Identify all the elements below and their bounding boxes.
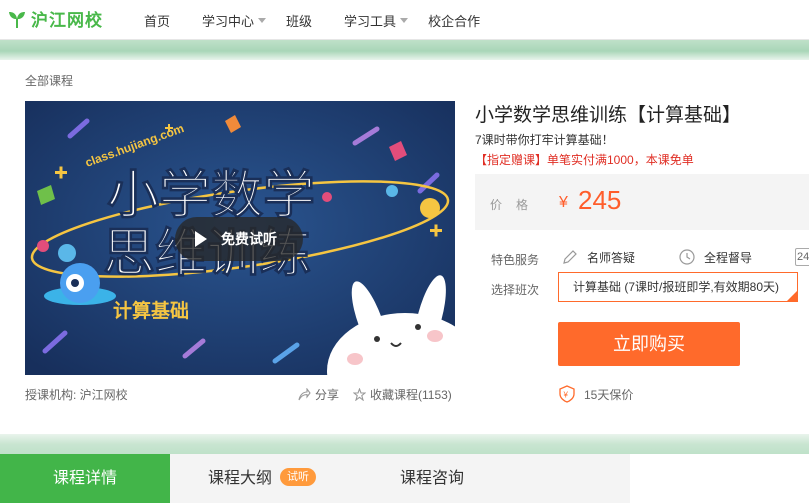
price-value: 245 <box>578 185 622 215</box>
free-trial-label: 免费试听 <box>221 231 277 247</box>
nav-enterprise[interactable]: 校企合作 <box>428 11 480 30</box>
class-select-label: 选择班次 <box>491 283 540 297</box>
nav-study-center[interactable]: 学习中心 <box>202 11 267 30</box>
favorite-label: 收藏课程(1153) <box>370 388 452 402</box>
banner-footer: 授课机构: 沪江网校 分享 收藏课程(1153) <box>25 386 455 404</box>
decorative-band-lower <box>0 434 809 454</box>
course-title: 小学数学思维训练【计算基础】 <box>475 105 742 126</box>
leaf-logo-icon <box>9 11 25 28</box>
top-navigation-bar: 沪江网校 首页 学习中心 班级 学习工具 校企合作 <box>0 0 809 40</box>
decorative-band <box>0 40 809 60</box>
shield-icon: ¥ <box>559 385 575 403</box>
price-guarantee: ¥ 15天保价 <box>558 385 633 403</box>
nav-home[interactable]: 首页 <box>144 11 170 30</box>
nav-study-tools[interactable]: 学习工具 <box>344 11 409 30</box>
service-qa: 名师答疑 <box>561 248 635 266</box>
breadcrumb[interactable]: 全部课程 <box>25 72 73 89</box>
banner-tag: 计算基础 <box>113 299 189 322</box>
favorite-button[interactable]: 收藏课程(1153) <box>353 386 452 403</box>
tab-course-consult[interactable]: 课程咨询 <box>400 454 464 503</box>
free-trial-play-button[interactable]: 免费试听 <box>175 217 303 261</box>
play-icon <box>195 231 207 247</box>
chevron-down-icon <box>258 17 267 23</box>
course-subtitle: 7课时带你打牢计算基础！ <box>475 133 614 147</box>
buy-now-button[interactable]: 立即购买 <box>558 322 740 366</box>
class-option-selected[interactable]: 计算基础 (7课时/报班即学,有效期80天) <box>558 272 798 302</box>
pencil-icon <box>563 250 577 264</box>
star-icon <box>353 388 366 401</box>
promo-text[interactable]: 【指定赠课】单笔实付满1000，本课免单 <box>475 151 694 168</box>
share-label: 分享 <box>315 388 340 402</box>
price-currency: ¥ <box>559 194 568 211</box>
tab-course-outline[interactable]: 课程大纲 试听 <box>208 454 317 503</box>
site-name: 沪江网校 <box>31 11 103 30</box>
service-more: 24 <box>795 248 809 266</box>
course-tabs: 课程详情 课程大纲 试听 课程咨询 <box>0 454 809 503</box>
site-logo[interactable]: 沪江网校 <box>6 6 103 31</box>
share-icon <box>298 388 311 401</box>
services-label: 特色服务 <box>491 253 540 267</box>
course-banner[interactable]: class.hujiang.com 小学数学 思维训练 计算基础 免费试听 <box>25 101 455 375</box>
nav-class[interactable]: 班级 <box>286 11 312 30</box>
clock-icon <box>679 249 695 265</box>
share-button[interactable]: 分享 <box>297 386 339 403</box>
price-box: 价格 ¥ 245 <box>475 174 809 230</box>
main-nav: 首页 学习中心 班级 学习工具 校企合作 <box>144 0 480 40</box>
chevron-down-icon <box>400 17 409 23</box>
price-label: 价格 <box>490 198 543 212</box>
service-supervision: 全程督导 <box>678 248 752 266</box>
tab-course-details[interactable]: 课程详情 <box>0 454 170 503</box>
provider-text: 授课机构: 沪江网校 <box>25 388 128 402</box>
svg-text:¥: ¥ <box>563 391 569 400</box>
selected-corner-icon <box>787 291 797 301</box>
trial-badge: 试听 <box>280 467 317 486</box>
